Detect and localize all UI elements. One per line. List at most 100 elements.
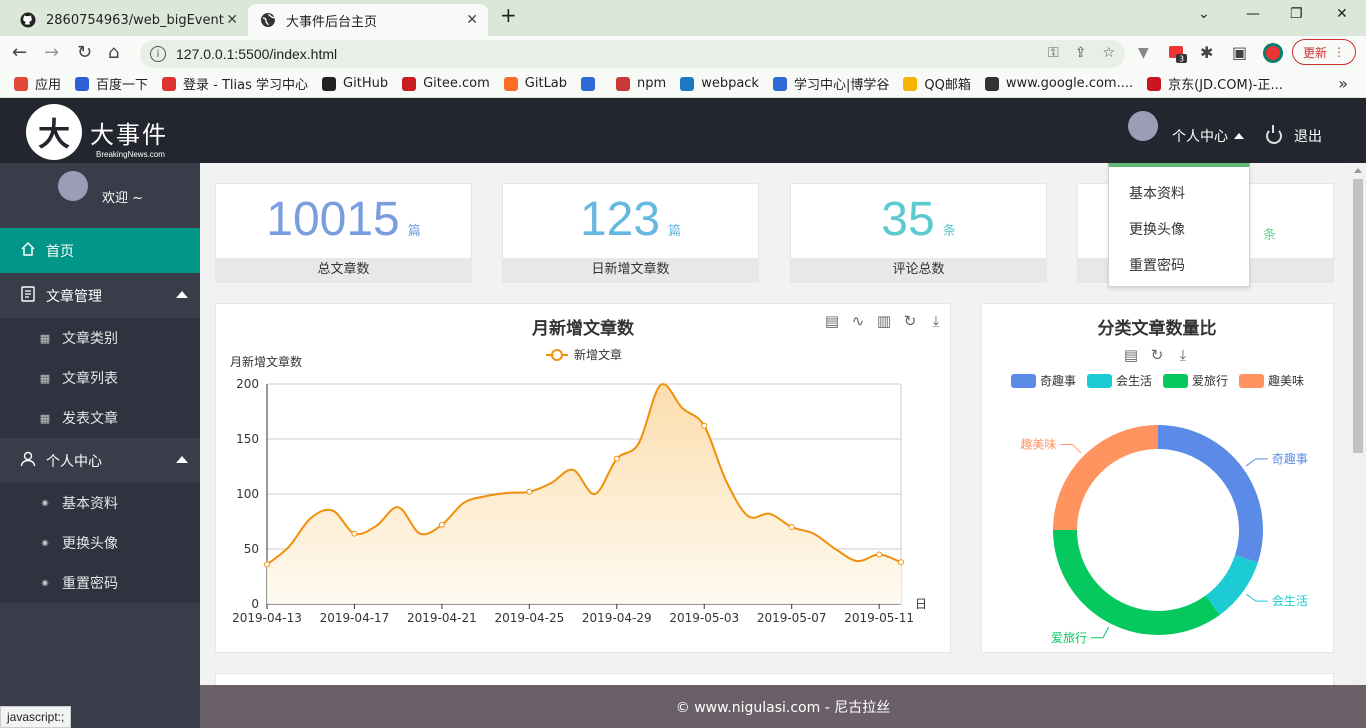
close-icon[interactable]: ✕ [226, 12, 238, 28]
extension-badge-icon[interactable]: 3 [1168, 44, 1188, 69]
dropdown-item-profile[interactable]: 基本资料 [1129, 183, 1185, 203]
x-tick-label: 2019-04-29 [582, 611, 652, 625]
browser-tab-github[interactable]: 2860754963/web_bigEvent ✕ [8, 4, 248, 36]
grid-icon: ▦ [39, 371, 51, 385]
top-header: 个人中心 退出 [200, 98, 1366, 163]
logo-subtitle: BreakingNews.com [96, 150, 165, 159]
bookmark-item[interactable]: GitHub [322, 76, 388, 91]
download-icon[interactable]: ⤓ [1180, 346, 1187, 364]
sidepanel-icon[interactable]: ▣ [1232, 43, 1247, 62]
extension-v-icon[interactable]: ▼ [1138, 45, 1149, 61]
address-bar[interactable]: i 127.0.0.1:5500/index.html ⚿ ⇪ ☆ [140, 40, 1125, 68]
bookmark-item[interactable] [581, 76, 602, 91]
x-tick-label: 2019-05-07 [757, 611, 827, 625]
chart-legend: 新增文章 [546, 347, 622, 362]
stat-value: 35 条 [881, 193, 956, 246]
restore-button[interactable]: ❐ [1290, 6, 1303, 22]
x-tick-label: 2019-04-21 [407, 611, 477, 625]
bookmark-label: 京东(JD.COM)-正... [1168, 78, 1283, 93]
sidebar-item-reset-password[interactable]: ✷ 重置密码 [0, 563, 200, 603]
github-icon [322, 76, 337, 91]
bar-toggle-icon[interactable]: ▥ [877, 312, 891, 330]
legend-marker [551, 349, 563, 361]
x-axis-label: 日 [915, 597, 927, 611]
update-button[interactable]: 更新 ⋮ [1292, 39, 1356, 65]
share-icon[interactable]: ⇪ [1075, 45, 1087, 61]
restore-icon[interactable]: ↻ [904, 312, 917, 330]
line-chart-card: 月新增文章数 新增文章 ▤ ∿ ▥ ↻ ⤓ 月新增文章数 0 50 100 150 200 2019-04… [215, 303, 951, 653]
puzzle-icon[interactable]: ✱ [1200, 43, 1213, 62]
scrollbar[interactable] [1350, 163, 1366, 685]
tab-search-icon[interactable]: ⌄ [1198, 6, 1210, 22]
legend-swatch [1087, 374, 1112, 388]
caret-up-icon [176, 291, 188, 298]
close-icon[interactable]: ✕ [466, 12, 478, 28]
profile-icon[interactable] [1262, 42, 1284, 69]
line-toggle-icon[interactable]: ∿ [852, 312, 865, 330]
line-chart: 月新增文章数新增文章▤ ∿ ▥ ↻ ⤓月新增文章数0501001502002019-04… [230, 312, 940, 625]
x-tick-label: 2019-05-11 [844, 611, 914, 625]
restore-icon[interactable]: ↻ [1151, 346, 1164, 364]
app-root: 大 大事件 BreakingNews.com 欢迎 ~ 首页 文章管理 ▦ 文章… [0, 98, 1366, 728]
bookmarks-overflow-icon[interactable]: » [1338, 74, 1348, 93]
bookmark-item[interactable]: webpack [680, 76, 759, 91]
dropdown-item-avatar[interactable]: 更换头像 [1129, 219, 1185, 239]
sidebar-item-profile[interactable]: ✷ 基本资料 [0, 483, 200, 523]
sidebar-item-article-manage[interactable]: 文章管理 [0, 273, 200, 318]
bookmark-item[interactable]: www.google.com.... [984, 76, 1133, 91]
gear-icon: ✷ [40, 536, 50, 550]
sidebar-item-article-publish[interactable]: ▦ 发表文章 [0, 398, 200, 438]
sidebar-item-article-list[interactable]: ▦ 文章列表 [0, 358, 200, 398]
home-icon[interactable]: ⌂ [108, 42, 119, 63]
bookmark-item[interactable]: 学习中心|博学谷 [772, 74, 889, 93]
forward-icon[interactable]: → [44, 42, 59, 63]
browser-tab-index[interactable]: 大事件后台主页 ✕ [248, 4, 488, 36]
sidebar-item-home[interactable]: 首页 [0, 228, 200, 273]
scroll-up-icon[interactable] [1354, 168, 1362, 173]
grid-icon: ▦ [39, 411, 51, 425]
minimize-button[interactable]: — [1246, 6, 1260, 22]
bookmarks-bar: 应用 百度一下 登录 - Tlias 学习中心 GitHub Gitee.com GitL… [0, 70, 1366, 98]
x-tick-label: 2019-04-25 [494, 611, 564, 625]
bookmark-item[interactable]: npm [616, 76, 666, 91]
sidebar-item-article-category[interactable]: ▦ 文章类别 [0, 318, 200, 358]
avatar [1128, 111, 1158, 141]
sidebar-item-change-avatar[interactable]: ✷ 更换头像 [0, 523, 200, 563]
tab-title: 2860754963/web_bigEvent [46, 12, 224, 28]
new-tab-button[interactable]: + [500, 3, 517, 27]
reload-icon[interactable]: ↻ [77, 42, 92, 63]
bookmark-item[interactable]: QQ邮箱 [903, 74, 971, 93]
info-icon[interactable]: i [150, 46, 166, 62]
stat-label: 总文章数 [216, 258, 471, 282]
gitee-icon [402, 76, 417, 91]
sidebar-item-user-center[interactable]: 个人中心 [0, 438, 200, 483]
bookmark-item[interactable]: 京东(JD.COM)-正... [1147, 74, 1283, 93]
scrollbar-thumb[interactable] [1353, 179, 1363, 453]
data-view-icon[interactable]: ▤ [1124, 346, 1138, 364]
close-window-button[interactable]: ✕ [1336, 6, 1348, 22]
bookmark-item[interactable]: 百度一下 [75, 74, 148, 93]
stat-card-daily: 123 篇 日新增文章数 [502, 183, 759, 283]
data-view-icon[interactable]: ▤ [825, 312, 839, 330]
jd-icon [1147, 76, 1162, 91]
tlias-icon [162, 76, 177, 91]
grid-icon: ▦ [39, 331, 51, 345]
key-icon[interactable]: ⚿ [1048, 45, 1059, 61]
apps-icon [14, 76, 28, 91]
bookmark-star-icon[interactable]: ☆ [1102, 45, 1115, 61]
bookmark-item[interactable]: GitLab [503, 76, 567, 91]
status-tooltip: javascript:; [0, 706, 72, 728]
download-icon[interactable]: ⤓ [933, 312, 940, 330]
bookmark-item[interactable]: 登录 - Tlias 学习中心 [162, 74, 308, 93]
bookmark-item[interactable]: 应用 [14, 74, 61, 93]
legend-label: 会生活 [1116, 374, 1152, 388]
back-icon[interactable]: ← [12, 42, 27, 63]
sidebar-item-label: 基本资料 [62, 496, 118, 512]
bookmark-item[interactable]: Gitee.com [402, 76, 490, 91]
dropdown-item-password[interactable]: 重置密码 [1129, 255, 1185, 275]
user-center-menu[interactable]: 个人中心 [1172, 126, 1244, 146]
logout-button[interactable]: 退出 [1266, 125, 1322, 146]
data-point [898, 559, 904, 566]
url-text: 127.0.0.1:5500/index.html [176, 46, 338, 62]
stat-label: 日新增文章数 [503, 258, 758, 282]
